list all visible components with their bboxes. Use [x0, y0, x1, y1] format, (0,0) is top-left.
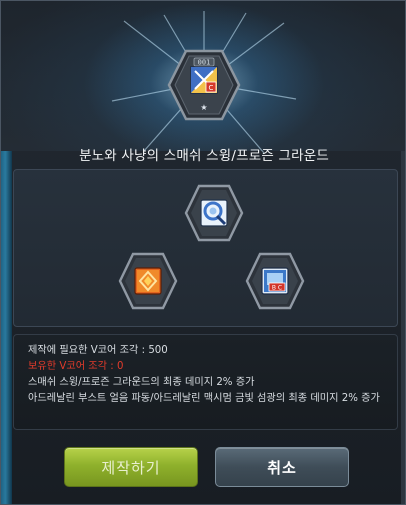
effect-line-1: 스매쉬 스윙/프로즌 그라운드의 최종 데미지 2% 증가	[28, 377, 255, 388]
ingredient-slot-bottom-left[interactable]	[118, 252, 178, 310]
mixed-skill-icon: C	[190, 66, 218, 94]
number-tag-text: 001	[198, 59, 211, 67]
info-panel: 제작에 필요한 V코어 조각 : 500 보유한 V코어 조각 : 0 스매쉬 …	[13, 334, 398, 430]
fire-skill-icon	[134, 267, 162, 295]
owned-fragments-text: 보유한 V코어 조각 : 0	[28, 361, 124, 372]
required-fragments-text: 제작에 필요한 V코어 조각 : 500	[28, 345, 168, 356]
star-icon: ★	[200, 103, 207, 112]
ingredient-slot-bottom-right[interactable]: B C	[245, 252, 305, 310]
cancel-button[interactable]: 취소	[215, 447, 349, 487]
bc-badge: B C	[272, 285, 282, 292]
skill-title: 분노와 사냥의 스매쉬 스윙/프로즌 그라운드	[79, 148, 329, 164]
ingredient-slot-top[interactable]	[184, 184, 244, 242]
craft-button[interactable]: 제작하기	[64, 447, 198, 487]
result-skill-slot[interactable]: 001 C ★	[167, 49, 241, 121]
effect-line-2: 아드레날린 부스트 얼음 파동/아드레날린 맥시멈 금빛 섬광의 최종 데미지 …	[28, 393, 380, 404]
ingredient-panel: B C	[13, 169, 398, 327]
v-core-craft-window: 001 C ★ 분노와 사냥의 스매쉬 스윙/프로즌 그라운드 B C 제작에 …	[0, 0, 406, 505]
frozen-skill-icon: B C	[261, 267, 289, 295]
result-header: 001 C ★	[1, 1, 405, 154]
svg-text:C: C	[209, 84, 214, 92]
swing-skill-icon	[200, 199, 228, 227]
